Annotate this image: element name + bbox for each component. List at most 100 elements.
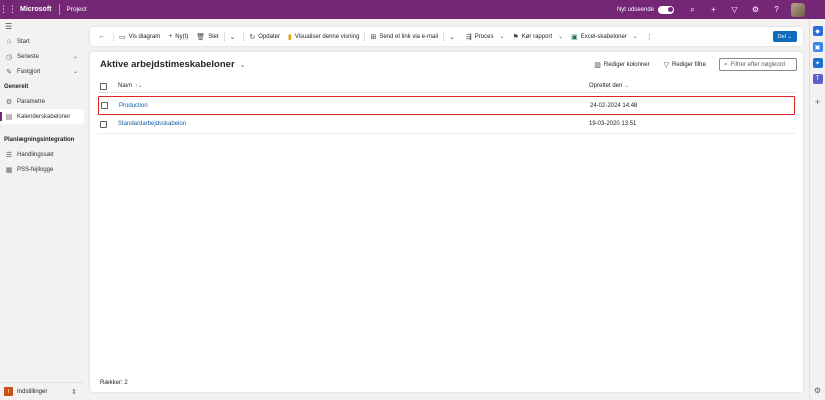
nav-item-action-sets[interactable]: ☰ Handlingssæt — [0, 147, 84, 162]
nav-item-parameters[interactable]: ⚙ Parametre — [0, 94, 84, 109]
area-switcher[interactable]: I Indstillinger ⇕ — [0, 382, 84, 400]
chevron-down-icon: ⌄ — [72, 54, 78, 60]
more-email-dropdown[interactable]: ⌄ — [445, 27, 462, 46]
separator — [243, 31, 245, 42]
outlook-icon[interactable]: ▣ — [812, 42, 823, 52]
run-report-label: Kør rapport — [521, 33, 553, 40]
chevron-down-icon: ⌄ — [239, 61, 246, 69]
main-panel: Aktive arbejdstimeskabeloner ⌄ ▥ Rediger … — [90, 52, 803, 392]
more-delete-dropdown[interactable]: ⌄ — [226, 27, 243, 46]
chevron-down-icon: ⌄ — [449, 33, 455, 41]
separator — [223, 31, 225, 42]
keyword-filter-input[interactable]: ⌕ Filtrer efter nøgleord — [719, 58, 797, 71]
columns-icon: ▥ — [594, 61, 601, 69]
column-header-created[interactable]: Oprettet den ⌄ — [589, 83, 769, 89]
view-selector[interactable]: Aktive arbejdstimeskabeloner ⌄ — [100, 59, 246, 70]
nav-item-calendar-templates[interactable]: ▤ Kalenderskabeloner — [0, 109, 84, 124]
row-created: 19-03-2020 13:51 — [589, 121, 637, 127]
edit-columns-button[interactable]: ▥ Rediger kolonner — [594, 61, 649, 69]
show-chart-button[interactable]: ▭ Vis diagram — [115, 27, 164, 46]
nav-item-label: Parametre — [17, 98, 46, 105]
table-row[interactable]: Production 24-02-2024 14:48 — [98, 96, 795, 115]
app-icon[interactable]: ✦ — [812, 58, 823, 68]
area-badge: I — [4, 387, 13, 396]
pin-icon: ✎ — [6, 68, 12, 76]
select-all-checkbox[interactable] — [100, 82, 107, 90]
edit-filters-button[interactable]: ▽ Rediger filtre — [664, 61, 706, 69]
hamburger-icon[interactable]: ☰ — [0, 19, 84, 34]
nav-item-label: Kalenderskabeloner — [17, 113, 71, 120]
add-app-icon[interactable]: + — [815, 97, 820, 107]
settings-icon: ⚙ — [5, 98, 13, 106]
link-icon: ⊞ — [370, 33, 377, 41]
filter-icon: ▽ — [663, 61, 669, 69]
nav-item-label: Handlingssæt — [17, 151, 54, 158]
copilot-icon[interactable]: ◆ — [812, 26, 823, 36]
app-launcher-icon[interactable]: ⋮⋮ — [0, 0, 17, 19]
back-button[interactable]: ← — [94, 27, 112, 46]
top-bar: ⋮⋮ Microsoft Project Nyt udseende ⌕ + ▽ … — [0, 0, 825, 19]
log-icon: ▦ — [5, 166, 13, 174]
nav-section-general: Generelt — [4, 84, 29, 90]
powerbi-icon: ▮ — [287, 33, 292, 41]
nav-item-label: Fastgjort — [17, 68, 41, 75]
more-commands-button[interactable]: ⋮ — [642, 27, 660, 46]
gear-icon[interactable]: ⚙ — [745, 0, 766, 19]
delete-label: Slet — [208, 33, 219, 40]
column-header-name[interactable]: Navn ↑⌄ — [118, 83, 589, 89]
column-header-name-label: Navn — [118, 83, 133, 89]
email-link-button[interactable]: ⊞ Send et link via e-mail — [366, 27, 442, 46]
app-name[interactable]: Project — [67, 6, 87, 13]
refresh-button[interactable]: ↻ Opdater — [245, 27, 284, 46]
brand-label: Microsoft — [20, 6, 52, 13]
excel-templates-button[interactable]: ▣ Excel-skabeloner ⌄ — [567, 27, 642, 46]
refresh-label: Opdater — [258, 33, 280, 40]
refresh-icon: ↻ — [249, 33, 256, 41]
help-icon[interactable]: ? — [766, 0, 787, 19]
edit-filters-label: Rediger filtre — [671, 61, 706, 68]
new-button[interactable]: + Ny(t) — [164, 27, 192, 46]
row-checkbox[interactable] — [101, 102, 108, 109]
area-label: Indstillinger — [17, 388, 48, 395]
row-checkbox[interactable] — [100, 120, 107, 128]
chevron-down-icon: ⌄ — [229, 33, 236, 41]
excel-templates-label: Excel-skabeloner — [580, 33, 627, 40]
avatar[interactable] — [791, 2, 805, 17]
plus-icon[interactable]: + — [703, 0, 724, 19]
chevron-down-icon: ⌄ — [624, 83, 629, 89]
new-look-toggle[interactable] — [658, 5, 674, 14]
delete-button[interactable]: 🗑 Slet — [192, 27, 222, 46]
run-report-button[interactable]: ⚑ Kør rapport ⌄ — [508, 27, 567, 46]
report-icon: ⚑ — [512, 33, 519, 41]
filter-icon[interactable]: ▽ — [724, 0, 745, 19]
separator — [364, 31, 366, 42]
nav-item-recent[interactable]: ◷ Seneste ⌄ — [0, 49, 84, 64]
row-name-link[interactable]: Standardarbejdsskabelon — [118, 121, 186, 127]
share-button[interactable]: Del ⌄ — [772, 31, 797, 42]
nav-item-label: Seneste — [17, 53, 40, 60]
view-actions: ▥ Rediger kolonner ▽ Rediger filtre ⌕ Filtr… — [580, 58, 797, 71]
nav-item-start[interactable]: ⌂ Start — [0, 34, 84, 49]
process-button[interactable]: ⇶ Proces ⌄ — [462, 27, 509, 46]
gear-icon[interactable]: ⚙ — [814, 386, 821, 395]
chevron-down-icon: ⌄ — [558, 34, 564, 40]
share-label: Del — [777, 33, 786, 40]
visualize-button[interactable]: ▮ Visualiser denne visning — [284, 27, 363, 46]
trash-icon: 🗑 — [196, 33, 206, 41]
view-title: Aktive arbejdstimeskabeloner — [100, 59, 235, 70]
nav-item-pinned[interactable]: ✎ Fastgjort ⌄ — [0, 64, 84, 79]
nav-item-label: PSS-fejllogge — [17, 166, 54, 173]
search-icon[interactable]: ⌕ — [682, 0, 703, 19]
visualize-label: Visualiser denne visning — [294, 33, 360, 40]
grid-header: Navn ↑⌄ Oprettet den ⌄ — [98, 80, 795, 93]
nav-item-pss-errorlogs[interactable]: ▦ PSS-fejllogge — [0, 162, 84, 177]
chevron-down-icon: ⌄ — [72, 69, 78, 75]
process-icon: ⇶ — [465, 33, 472, 41]
home-icon: ⌂ — [6, 38, 12, 45]
column-header-created-label: Oprettet den — [589, 83, 623, 89]
table-row[interactable]: Standardarbejdsskabelon 19-03-2020 13:51 — [98, 115, 795, 134]
process-label: Proces — [474, 33, 494, 40]
row-name-link[interactable]: Production — [119, 103, 148, 109]
teams-icon[interactable]: T — [812, 74, 823, 84]
divider — [58, 4, 60, 15]
